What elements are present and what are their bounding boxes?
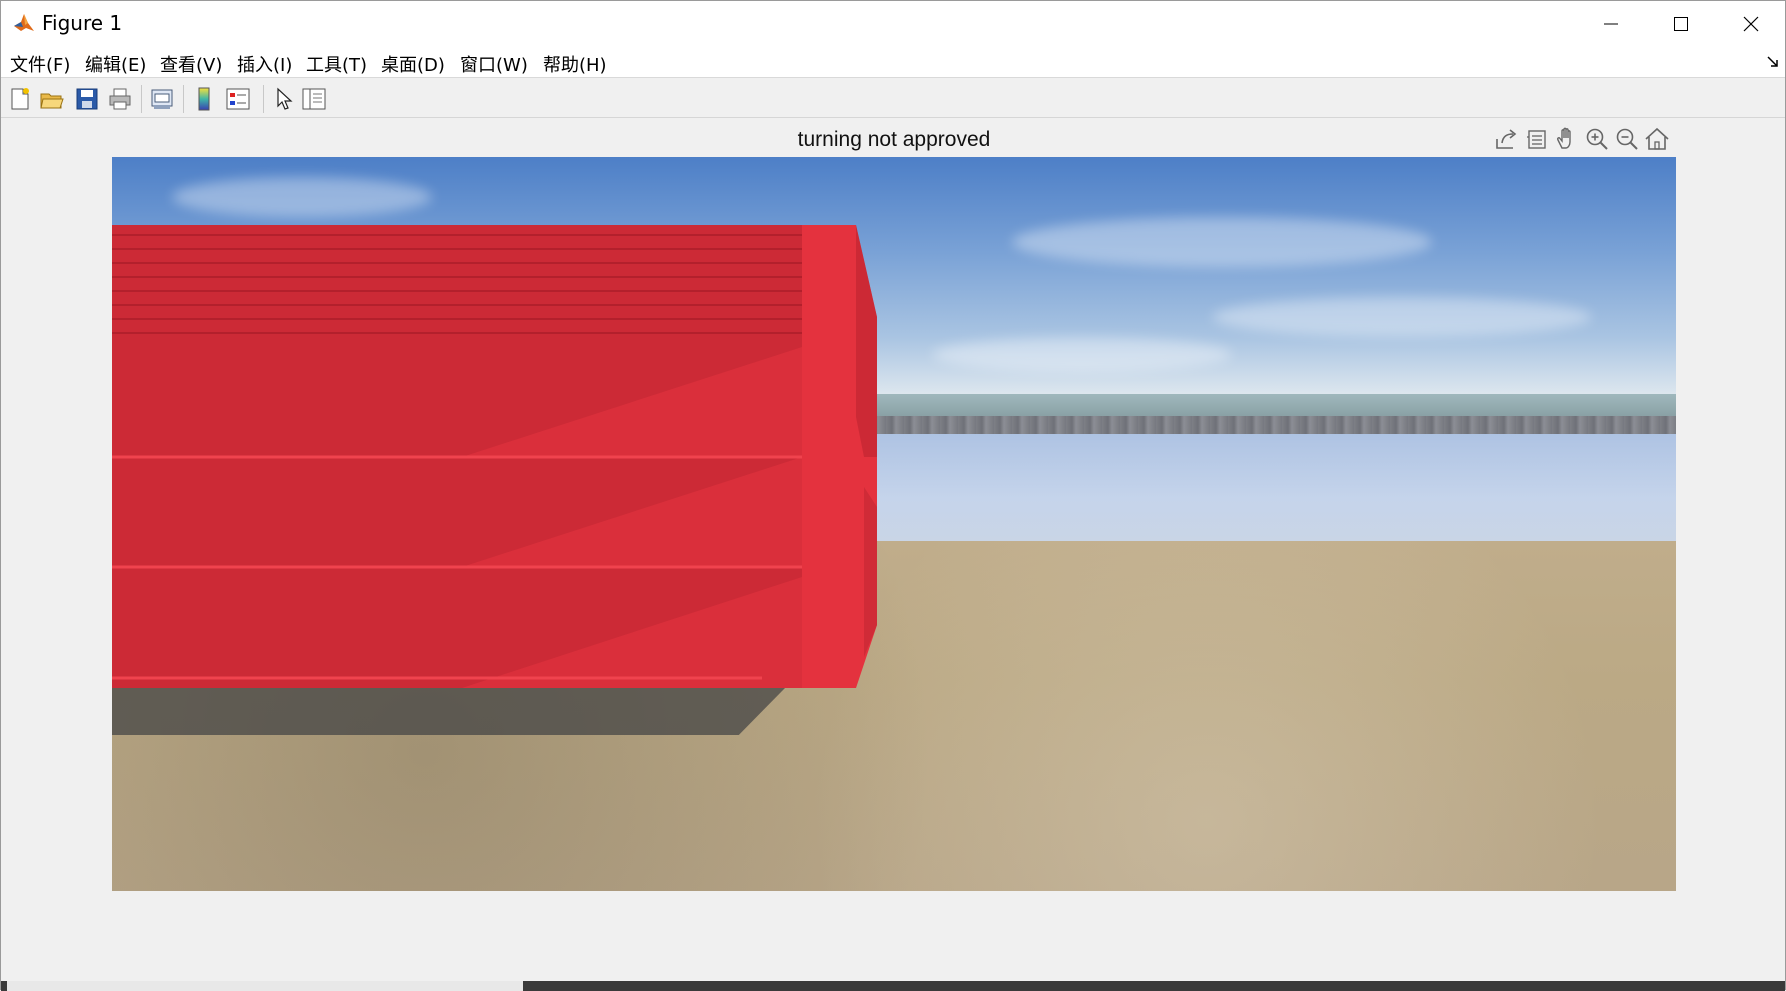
dock-arrow-icon[interactable] — [1766, 55, 1780, 69]
legend-icon[interactable] — [225, 86, 251, 112]
print-icon[interactable] — [107, 86, 133, 112]
title-bar[interactable]: Figure 1 — [1, 1, 1785, 46]
minimize-button[interactable] — [1576, 1, 1646, 46]
matlab-logo-icon — [12, 11, 36, 35]
cloud — [1012, 217, 1432, 267]
maximize-button[interactable] — [1646, 1, 1716, 46]
cloud — [1212, 297, 1592, 337]
menu-view[interactable]: 查看(V) — [160, 51, 222, 77]
menu-window[interactable]: 窗口(W) — [460, 51, 528, 77]
pan-hand-icon[interactable] — [1553, 125, 1581, 153]
menu-desktop[interactable]: 桌面(D) — [381, 51, 445, 77]
figure-toolbar — [1, 79, 1785, 118]
close-button[interactable] — [1716, 1, 1786, 46]
menu-tools[interactable]: 工具(T) — [306, 51, 367, 77]
figure-window: Figure 1 文件(F) 编辑(E) 查看(V) 插入(I) 工具(T) 桌… — [0, 0, 1786, 991]
menu-file[interactable]: 文件(F) — [10, 51, 70, 77]
colorbar-icon[interactable] — [191, 86, 217, 112]
pointer-icon[interactable] — [271, 86, 297, 112]
home-icon[interactable] — [1643, 125, 1671, 153]
close-icon — [1743, 16, 1759, 31]
minimize-icon — [1604, 23, 1618, 24]
new-figure-icon[interactable] — [7, 86, 33, 112]
zoom-out-icon[interactable] — [1613, 125, 1641, 153]
figure-canvas[interactable]: turning not approved — [1, 119, 1785, 981]
toolbar-separator — [141, 85, 142, 113]
toolbar-separator — [183, 85, 184, 113]
toolbar-separator — [263, 85, 264, 113]
print-preview-icon[interactable] — [149, 86, 175, 112]
menu-edit[interactable]: 编辑(E) — [85, 51, 146, 77]
menu-insert[interactable]: 插入(I) — [237, 51, 292, 77]
menu-bar: 文件(F) 编辑(E) 查看(V) 插入(I) 工具(T) 桌面(D) 窗口(W… — [1, 46, 1785, 78]
property-inspector-icon[interactable] — [301, 86, 327, 112]
window-title: Figure 1 — [42, 11, 123, 35]
open-file-icon[interactable] — [39, 86, 65, 112]
brush-icon[interactable] — [1523, 125, 1551, 153]
zoom-in-icon[interactable] — [1583, 125, 1611, 153]
export-icon[interactable] — [1493, 125, 1521, 153]
shipping-container — [112, 225, 877, 688]
menu-help[interactable]: 帮助(H) — [543, 51, 607, 77]
maximize-icon — [1674, 16, 1688, 31]
save-icon[interactable] — [74, 86, 100, 112]
cloud — [932, 337, 1232, 372]
scene-view[interactable] — [112, 157, 1676, 891]
